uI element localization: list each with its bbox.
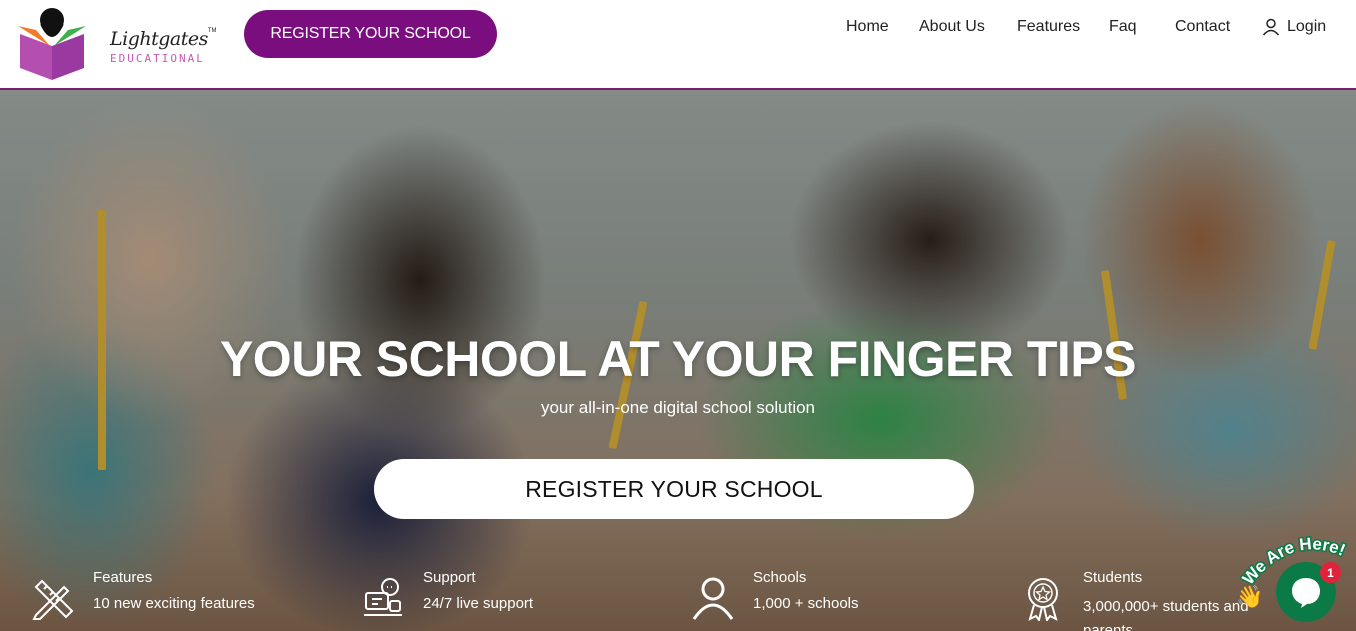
register-school-button-header[interactable]: REGISTER YOUR SCHOOL (244, 10, 497, 58)
chat-bubble-icon (1292, 578, 1320, 608)
login-label: Login (1287, 18, 1327, 35)
stat-label: Schools (753, 569, 807, 586)
register-school-button-hero[interactable]: REGISTER YOUR SCHOOL (374, 459, 974, 519)
stat-value: 24/7 live support (423, 595, 534, 612)
stat-label: Features (93, 569, 153, 586)
chat-unread-badge: 1 (1320, 562, 1341, 583)
user-icon (1262, 18, 1280, 36)
logo-subtitle: EDUCATIONAL (110, 52, 205, 65)
hero-section: YOUR SCHOOL AT YOUR FINGER TIPS your all… (0, 90, 1356, 631)
nav-contact[interactable]: Contact (1175, 18, 1230, 36)
logo-tm: TM (207, 28, 217, 34)
login-link[interactable]: Login (1262, 18, 1326, 36)
support-chat-icon (364, 578, 402, 616)
hero-subtitle: your all-in-one digital school solution (540, 398, 816, 417)
waving-hand-icon: 👋 (1236, 584, 1264, 609)
logo-book-icon (18, 8, 86, 80)
stat-label: Students (1083, 569, 1143, 586)
nav-faq[interactable]: Faq (1109, 18, 1137, 36)
nav-home[interactable]: Home (846, 18, 889, 36)
pencil-ruler-icon (32, 579, 74, 620)
user-icon (692, 577, 734, 620)
stat-value: 10 new exciting features (93, 595, 255, 612)
logo-wordmark: LightgatesTM EDUCATIONAL (110, 28, 217, 65)
award-medal-icon (1028, 578, 1058, 621)
stat-label: Support (423, 569, 476, 586)
logo[interactable]: LightgatesTM EDUCATIONAL (14, 6, 217, 82)
stat-value: 1,000 + schools (753, 595, 859, 612)
site-header: LightgatesTM EDUCATIONAL REGISTER YOUR S… (0, 0, 1356, 90)
hero-title: YOUR SCHOOL AT YOUR FINGER TIPS (219, 331, 1137, 387)
nav-about-us[interactable]: About Us (919, 18, 985, 36)
logo-brand: Lightgates (110, 28, 208, 50)
nav-features[interactable]: Features (1017, 18, 1080, 36)
